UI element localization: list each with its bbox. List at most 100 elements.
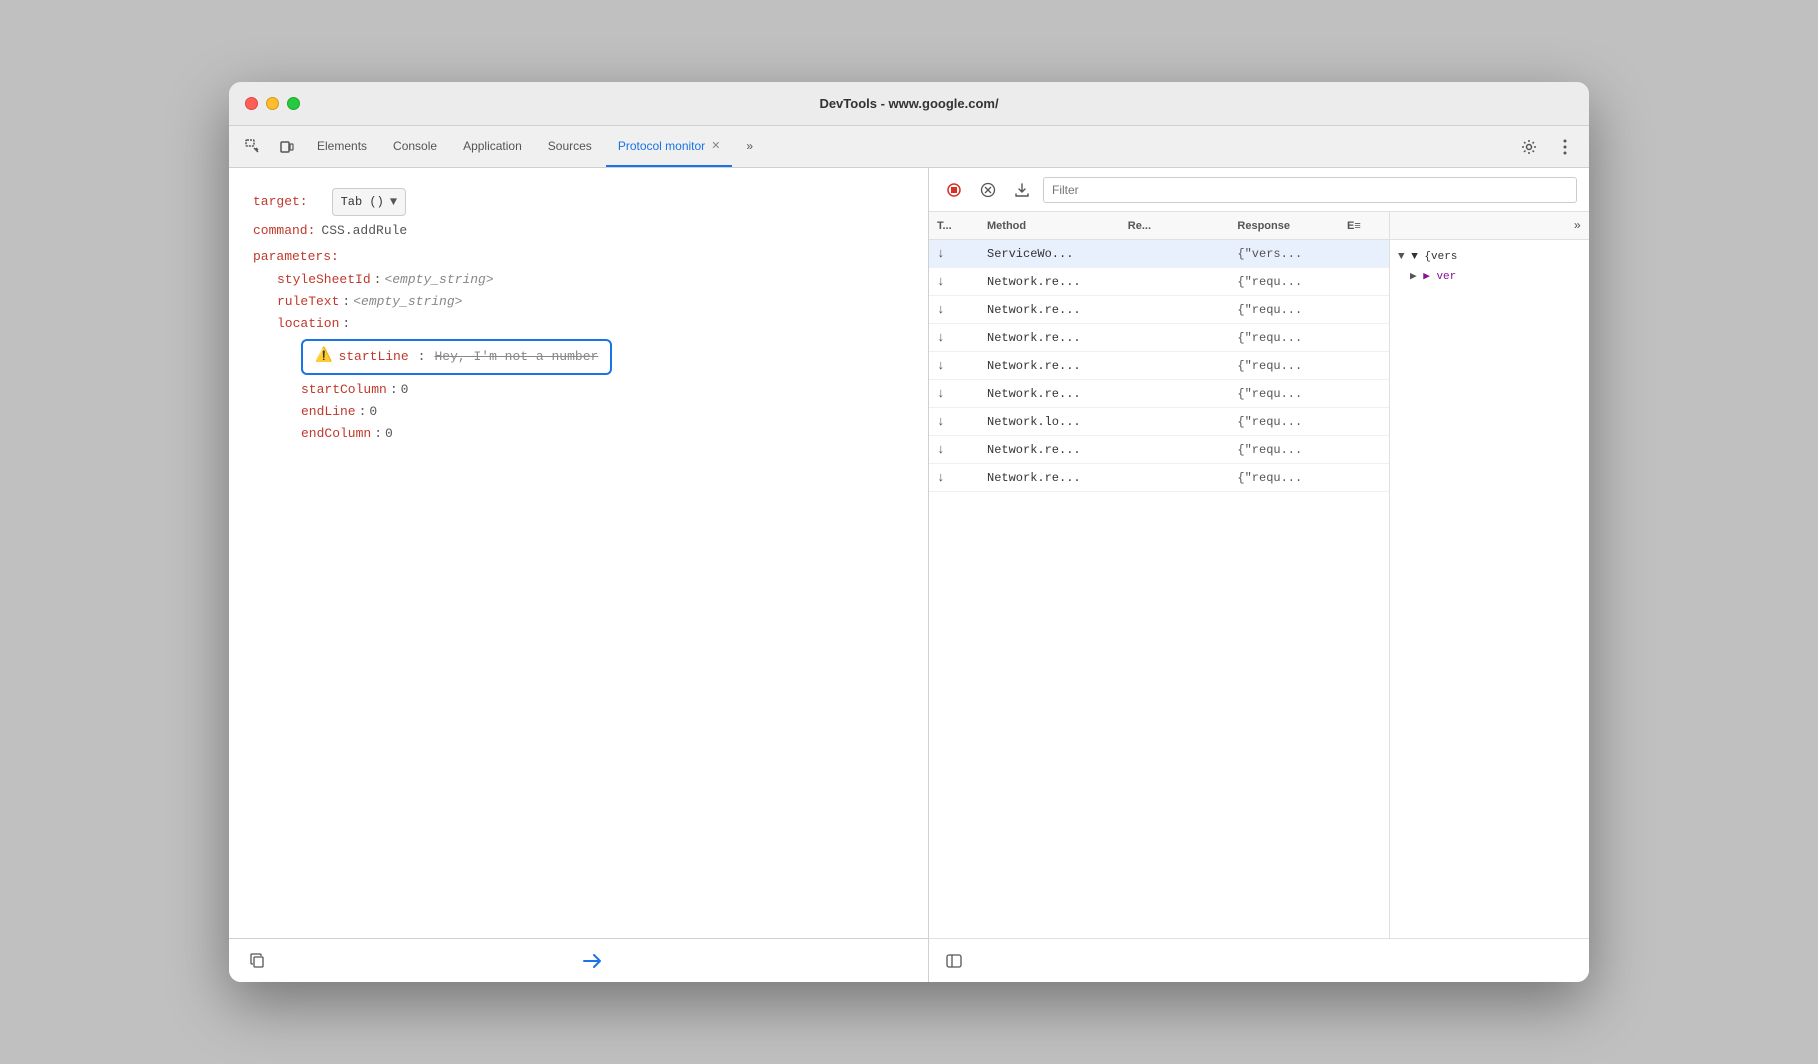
style-sheet-id-value: <empty_string> (384, 269, 493, 291)
close-button[interactable] (245, 97, 258, 110)
target-dropdown[interactable]: Tab () ▼ (332, 188, 406, 216)
right-panel: T... Method Re... Response E≡ ↓ ServiceW… (929, 168, 1589, 982)
row-method: Network.re... (979, 443, 1120, 457)
style-sheet-id-row: styleSheetId : <empty_string> (253, 269, 904, 291)
json-expand-icon-2[interactable]: ▶ (1410, 271, 1423, 283)
minimize-button[interactable] (266, 97, 279, 110)
row-method: Network.re... (979, 471, 1120, 485)
table-row[interactable]: ↓ Network.re... {"requ... (929, 324, 1389, 352)
col-t-header: T... (929, 220, 979, 232)
table-row[interactable]: ↓ Network.re... {"requ... (929, 464, 1389, 492)
rule-text-value: <empty_string> (353, 291, 462, 313)
start-line-key: startLine (338, 346, 408, 368)
dropdown-arrow-icon: ▼ (390, 192, 397, 212)
json-preview-content: ▼ ▼ {vers ▶ ▶ ver (1390, 240, 1589, 296)
copy-icon[interactable] (245, 948, 271, 974)
col-method-header: Method (979, 220, 1120, 232)
tab-console[interactable]: Console (381, 126, 449, 167)
json-line-2: ▶ ▶ ver (1398, 268, 1581, 288)
row-type: ↓ (929, 442, 979, 457)
main-content: target: Tab () ▼ command: CSS.addRule pa… (229, 168, 1589, 982)
location-key: location (277, 313, 339, 335)
more-icon[interactable]: » (1574, 219, 1581, 233)
parameters-row: parameters: (253, 246, 904, 268)
table-row[interactable]: ↓ Network.lo... {"requ... (929, 408, 1389, 436)
row-type: ↓ (929, 470, 979, 485)
table-row[interactable]: ↓ Network.re... {"requ... (929, 436, 1389, 464)
toolbar-right (1513, 126, 1581, 167)
filter-input[interactable] (1043, 177, 1577, 203)
command-value: CSS.addRule (321, 220, 407, 242)
row-response: {"vers... (1229, 247, 1339, 261)
row-method: Network.re... (979, 303, 1120, 317)
row-type: ↓ (929, 414, 979, 429)
device-toolbar-icon[interactable] (271, 126, 303, 167)
row-response: {"requ... (1229, 331, 1339, 345)
tab-sources[interactable]: Sources (536, 126, 604, 167)
rule-text-key: ruleText (277, 291, 339, 313)
tab-elements[interactable]: Elements (305, 126, 379, 167)
table-header: T... Method Re... Response E≡ (929, 212, 1389, 240)
settings-icon[interactable] (1513, 139, 1545, 155)
col-error-header: E≡ (1339, 220, 1389, 232)
download-icon[interactable] (1009, 177, 1035, 203)
tab-application[interactable]: Application (451, 126, 534, 167)
row-response: {"requ... (1229, 471, 1339, 485)
end-column-row: endColumn : 0 (253, 423, 904, 445)
row-response: {"requ... (1229, 359, 1339, 373)
json-expand-icon[interactable]: ▼ (1398, 251, 1411, 263)
row-method: Network.re... (979, 387, 1120, 401)
code-editor[interactable]: target: Tab () ▼ command: CSS.addRule pa… (229, 168, 928, 938)
target-row: target: Tab () ▼ (253, 188, 904, 216)
title-bar: DevTools - www.google.com/ (229, 82, 1589, 126)
rule-text-row: ruleText : <empty_string> (253, 291, 904, 313)
row-method: Network.re... (979, 331, 1120, 345)
start-column-value: 0 (401, 379, 409, 401)
table-row[interactable]: ↓ Network.re... {"requ... (929, 296, 1389, 324)
more-options-icon[interactable] (1549, 139, 1581, 155)
table-body: ↓ ServiceWo... {"vers... ↓ Network.re...… (929, 240, 1389, 938)
tab-more[interactable]: » (734, 126, 765, 167)
row-method: Network.re... (979, 359, 1120, 373)
command-label: command: (253, 220, 315, 242)
start-column-key: startColumn (301, 379, 387, 401)
window-title: DevTools - www.google.com/ (819, 96, 998, 111)
tab-protocol-monitor[interactable]: Protocol monitor ✕ (606, 126, 733, 167)
style-sheet-id-key: styleSheetId (277, 269, 371, 291)
right-section: T... Method Re... Response E≡ ↓ ServiceW… (929, 212, 1589, 938)
row-type: ↓ (929, 274, 979, 289)
start-line-value: Hey, I'm not a number (434, 346, 598, 368)
start-line-highlight: ⚠️ startLine : Hey, I'm not a number (301, 339, 612, 375)
table-row[interactable]: ↓ Network.re... {"requ... (929, 352, 1389, 380)
target-label: target: (253, 191, 308, 213)
traffic-lights (245, 97, 300, 110)
end-line-value: 0 (369, 401, 377, 423)
tab-close-icon[interactable]: ✕ (711, 139, 720, 152)
row-response: {"requ... (1229, 415, 1339, 429)
maximize-button[interactable] (287, 97, 300, 110)
left-panel: target: Tab () ▼ command: CSS.addRule pa… (229, 168, 929, 982)
row-response: {"requ... (1229, 303, 1339, 317)
command-row: command: CSS.addRule (253, 220, 904, 242)
start-line-row: ⚠️ startLine : Hey, I'm not a number (253, 335, 904, 379)
row-response: {"requ... (1229, 387, 1339, 401)
location-row: location : (253, 313, 904, 335)
end-line-row: endLine : 0 (253, 401, 904, 423)
pm-toolbar (929, 168, 1589, 212)
row-response: {"requ... (1229, 443, 1339, 457)
stop-recording-icon[interactable] (941, 177, 967, 203)
parameters-label: parameters: (253, 246, 339, 268)
warning-icon: ⚠️ (315, 345, 332, 369)
inspect-element-icon[interactable] (237, 126, 269, 167)
row-type: ↓ (929, 358, 979, 373)
table-row[interactable]: ↓ ServiceWo... {"vers... (929, 240, 1389, 268)
send-icon[interactable] (576, 945, 608, 977)
table-row[interactable]: ↓ Network.re... {"requ... (929, 268, 1389, 296)
clear-icon[interactable] (975, 177, 1001, 203)
row-method: Network.re... (979, 275, 1120, 289)
toggle-sidebar-icon[interactable] (941, 948, 967, 974)
pm-bottom-bar (929, 938, 1589, 982)
table-row[interactable]: ↓ Network.re... {"requ... (929, 380, 1389, 408)
left-panel-bottom (229, 938, 928, 982)
end-column-key: endColumn (301, 423, 371, 445)
